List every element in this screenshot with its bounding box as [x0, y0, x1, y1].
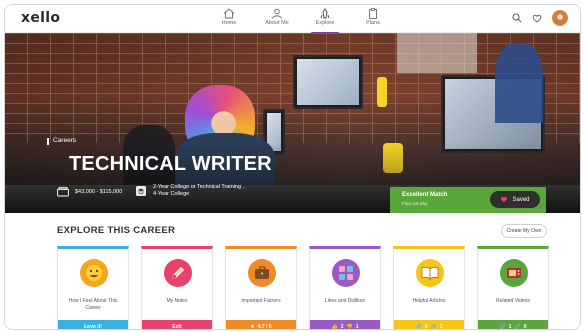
count-a: 0 [424, 323, 428, 330]
clipboard-icon [369, 8, 377, 19]
book-icon [416, 259, 444, 287]
home-icon [223, 8, 235, 19]
career-hero: Careers TECHNICAL WRITER $43,000 - $115,… [5, 33, 580, 213]
careers-breadcrumb[interactable]: Careers [46, 137, 76, 145]
main-nav: Home About Me Explore Plans [205, 7, 397, 34]
video-icon [500, 259, 528, 287]
explore-icon [320, 8, 330, 19]
nav-explore-label: Explore [315, 20, 335, 26]
figurine-decor [377, 77, 387, 107]
education-requirements: 2-Year College or Technical Training , 4… [135, 184, 244, 198]
person-icon [272, 8, 282, 19]
link-icon: 🔗 [415, 323, 422, 330]
card-footer: 👍 2 👎 1 [310, 320, 380, 330]
saved-button[interactable]: Saved [490, 191, 540, 208]
count-a: 1 [508, 323, 512, 330]
link-icon: 🔗 [514, 323, 521, 330]
thumbs-down-icon: 👎 [346, 323, 353, 330]
likes-icon [332, 259, 360, 287]
star-icon: ★ [250, 323, 255, 330]
match-banner: Excellent Match Find out why Saved [390, 187, 546, 213]
card-title: Related Videos [496, 298, 530, 304]
nav-plans-label: Plans [366, 20, 380, 26]
monitor-decor [293, 55, 363, 109]
nav-explore[interactable]: Explore [301, 7, 349, 34]
education-line-1: 2-Year College or Technical Training , [153, 184, 245, 190]
likes-count: 2 [340, 323, 344, 330]
explore-title: EXPLORE THIS CAREER [57, 225, 176, 236]
card-title: Likes and Dislikes [324, 298, 366, 304]
card-footer: 🔗 1 🔗 0 [478, 320, 548, 330]
link-icon: 🔗 [430, 323, 437, 330]
explore-cards: How I Feel About This Career Love it! My… [57, 246, 549, 330]
career-title: TECHNICAL WRITER [69, 153, 272, 175]
card-footer: 🔗 0 🔗 1 [394, 320, 464, 330]
card-likes-dislikes[interactable]: Likes and Dislikes 👍 2 👎 1 [309, 246, 381, 330]
user-avatar[interactable] [552, 10, 568, 26]
heart-icon[interactable] [532, 14, 542, 23]
count-b: 0 [523, 323, 527, 330]
thumbs-up-icon: 👍 [331, 323, 338, 330]
card-related-videos[interactable]: Related Videos 🔗 1 🔗 0 [477, 246, 549, 330]
smiley-icon [80, 259, 108, 287]
match-title: Excellent Match [402, 192, 448, 198]
card-footer: Love it! [58, 320, 128, 330]
saved-label: Saved [512, 196, 530, 203]
window-decor [397, 33, 477, 73]
nav-about-me-label: About Me [265, 20, 289, 26]
nav-plans[interactable]: Plans [349, 7, 397, 31]
education-text: 2-Year College or Technical Training , 4… [153, 184, 244, 198]
pencil-icon [164, 259, 192, 287]
header-actions [512, 10, 568, 26]
briefcase-icon [248, 259, 276, 287]
dislikes-count: 1 [355, 323, 359, 330]
top-bar: xello Home About Me Explore Plans [5, 5, 580, 34]
person-decor-3 [495, 43, 543, 123]
card-footer: Edit [142, 320, 212, 330]
card-important-factors[interactable]: Important Factors ★ 4.7 / 5 [225, 246, 297, 330]
card-title: Important Factors [241, 298, 281, 304]
count-b: 1 [439, 323, 443, 330]
nav-home[interactable]: Home [205, 7, 253, 31]
money-icon [57, 187, 69, 197]
salary-range: $43,000 - $115,000 [57, 187, 122, 197]
app-frame: xello Home About Me Explore Plans Career… [4, 4, 581, 330]
card-helpful-articles[interactable]: Helpful Articles 🔗 0 🔗 1 [393, 246, 465, 330]
link-icon: 🔗 [499, 323, 506, 330]
graduation-icon [136, 186, 146, 196]
card-footer-text: Love it! [84, 323, 102, 330]
xello-logo[interactable]: xello [21, 10, 60, 26]
card-notes[interactable]: My Notes Edit [141, 246, 213, 330]
card-footer: ★ 4.7 / 5 [226, 320, 296, 330]
salary-text: $43,000 - $115,000 [75, 189, 123, 195]
heart-filled-icon [501, 196, 508, 203]
card-title: How I Feel About This Career [68, 298, 118, 311]
education-line-2: 4-Year College [153, 191, 190, 197]
search-icon[interactable] [512, 13, 522, 23]
card-feelings[interactable]: How I Feel About This Career Love it! [57, 246, 129, 330]
create-my-own-button[interactable]: Create My Own [501, 224, 547, 238]
match-find-out-link[interactable]: Find out why [402, 201, 428, 206]
card-title: My Notes [166, 298, 188, 304]
card-footer-text: Edit [172, 323, 182, 330]
nav-about-me[interactable]: About Me [253, 7, 301, 31]
card-title: Helpful Articles [412, 298, 446, 304]
card-footer-text: 4.7 / 5 [257, 323, 272, 330]
nav-home-label: Home [221, 20, 237, 26]
